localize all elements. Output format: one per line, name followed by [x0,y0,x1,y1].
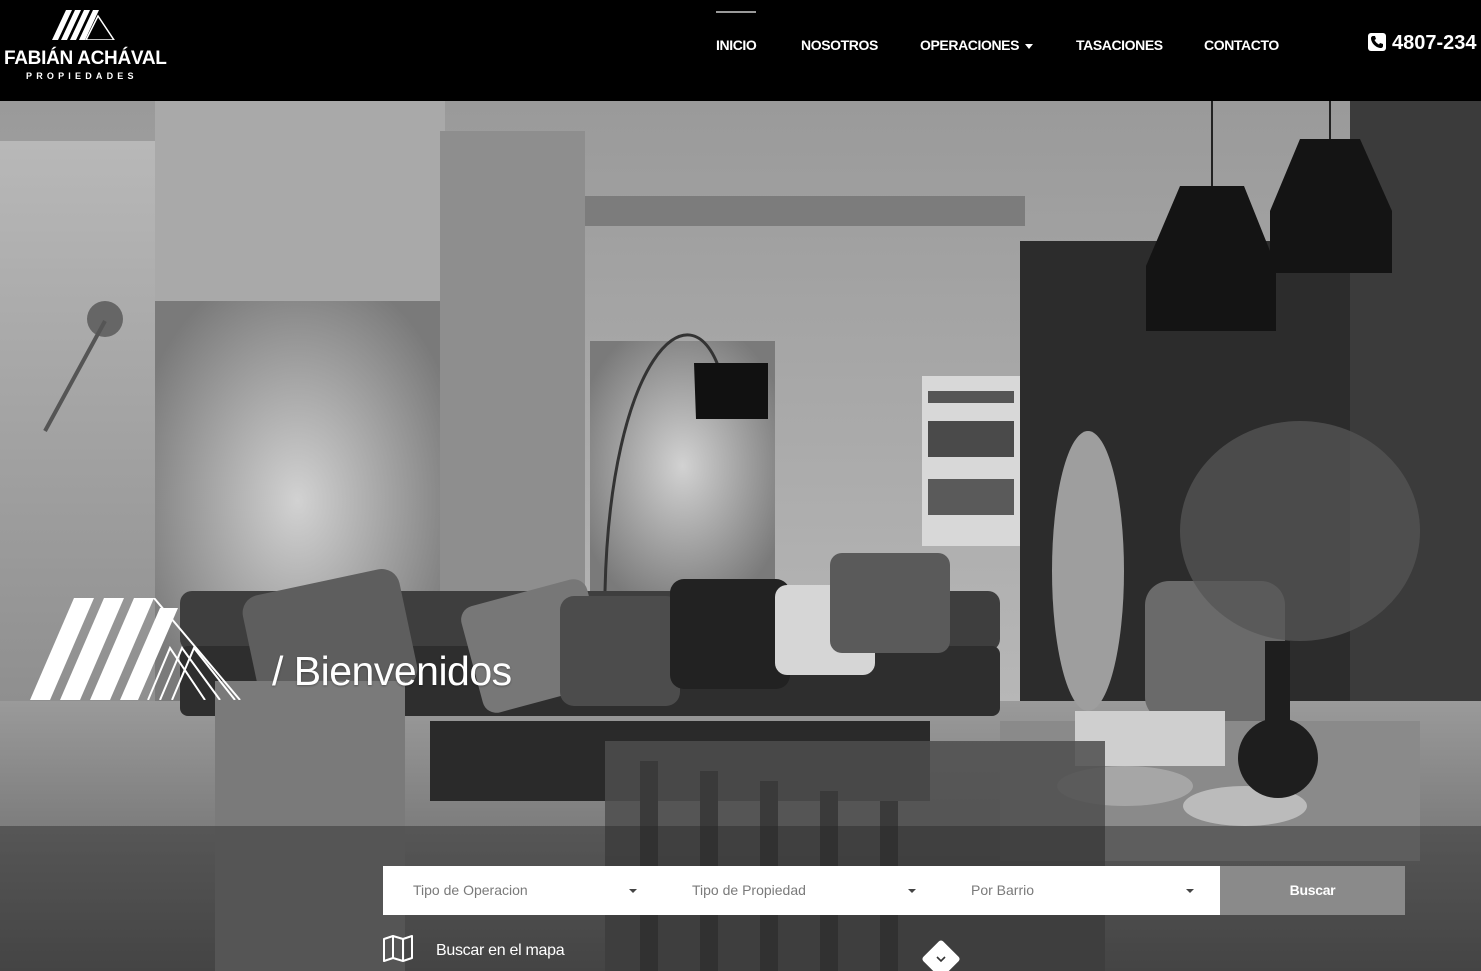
brand-subtitle: PROPIEDADES [26,71,138,81]
phone-number[interactable]: 4807-234 [1368,32,1477,55]
map-icon [383,935,413,962]
property-type-select[interactable]: Tipo de Propiedad [662,866,942,915]
dropdown-arrow-icon [908,889,916,893]
neighborhood-placeholder: Por Barrio [971,882,1035,898]
phone-icon [1368,33,1386,51]
property-type-placeholder: Tipo de Propiedad [692,882,806,898]
nav-item-operaciones-label: OPERACIONES [920,37,1020,53]
site-header: FABIÁN ACHÁVAL PROPIEDADES INICIO NOSOTR… [0,0,1481,101]
operation-type-select[interactable]: Tipo de Operacion [383,866,663,915]
phone-text: 4807-234 [1392,32,1477,54]
neighborhood-select[interactable]: Por Barrio [941,866,1220,915]
property-search-form: Tipo de Operacion Tipo de Propiedad Por … [383,866,1405,915]
brand-name: FABIÁN ACHÁVAL [4,48,167,69]
dropdown-arrow-icon [1186,889,1194,893]
chevron-down-icon [936,956,946,963]
nav-item-contacto[interactable]: CONTACTO [1204,37,1279,53]
brand-logo[interactable]: FABIÁN ACHÁVAL PROPIEDADES [2,6,167,86]
map-search-label: Buscar en el mapa [436,942,565,959]
search-button[interactable]: Buscar [1220,866,1405,915]
nav-item-operaciones[interactable]: OPERACIONES [920,37,1034,53]
brand-mark-icon [30,598,241,700]
welcome-title: / Bienvenidos [272,648,512,694]
nav-item-tasaciones[interactable]: TASACIONES [1076,37,1163,53]
logo-mark-icon [52,10,115,40]
nav-item-nosotros[interactable]: NOSOTROS [801,37,878,53]
nav-item-inicio[interactable]: INICIO [716,11,757,53]
operation-type-placeholder: Tipo de Operacion [413,882,528,898]
dropdown-arrow-icon [629,889,637,893]
chevron-down-icon [1025,43,1034,49]
